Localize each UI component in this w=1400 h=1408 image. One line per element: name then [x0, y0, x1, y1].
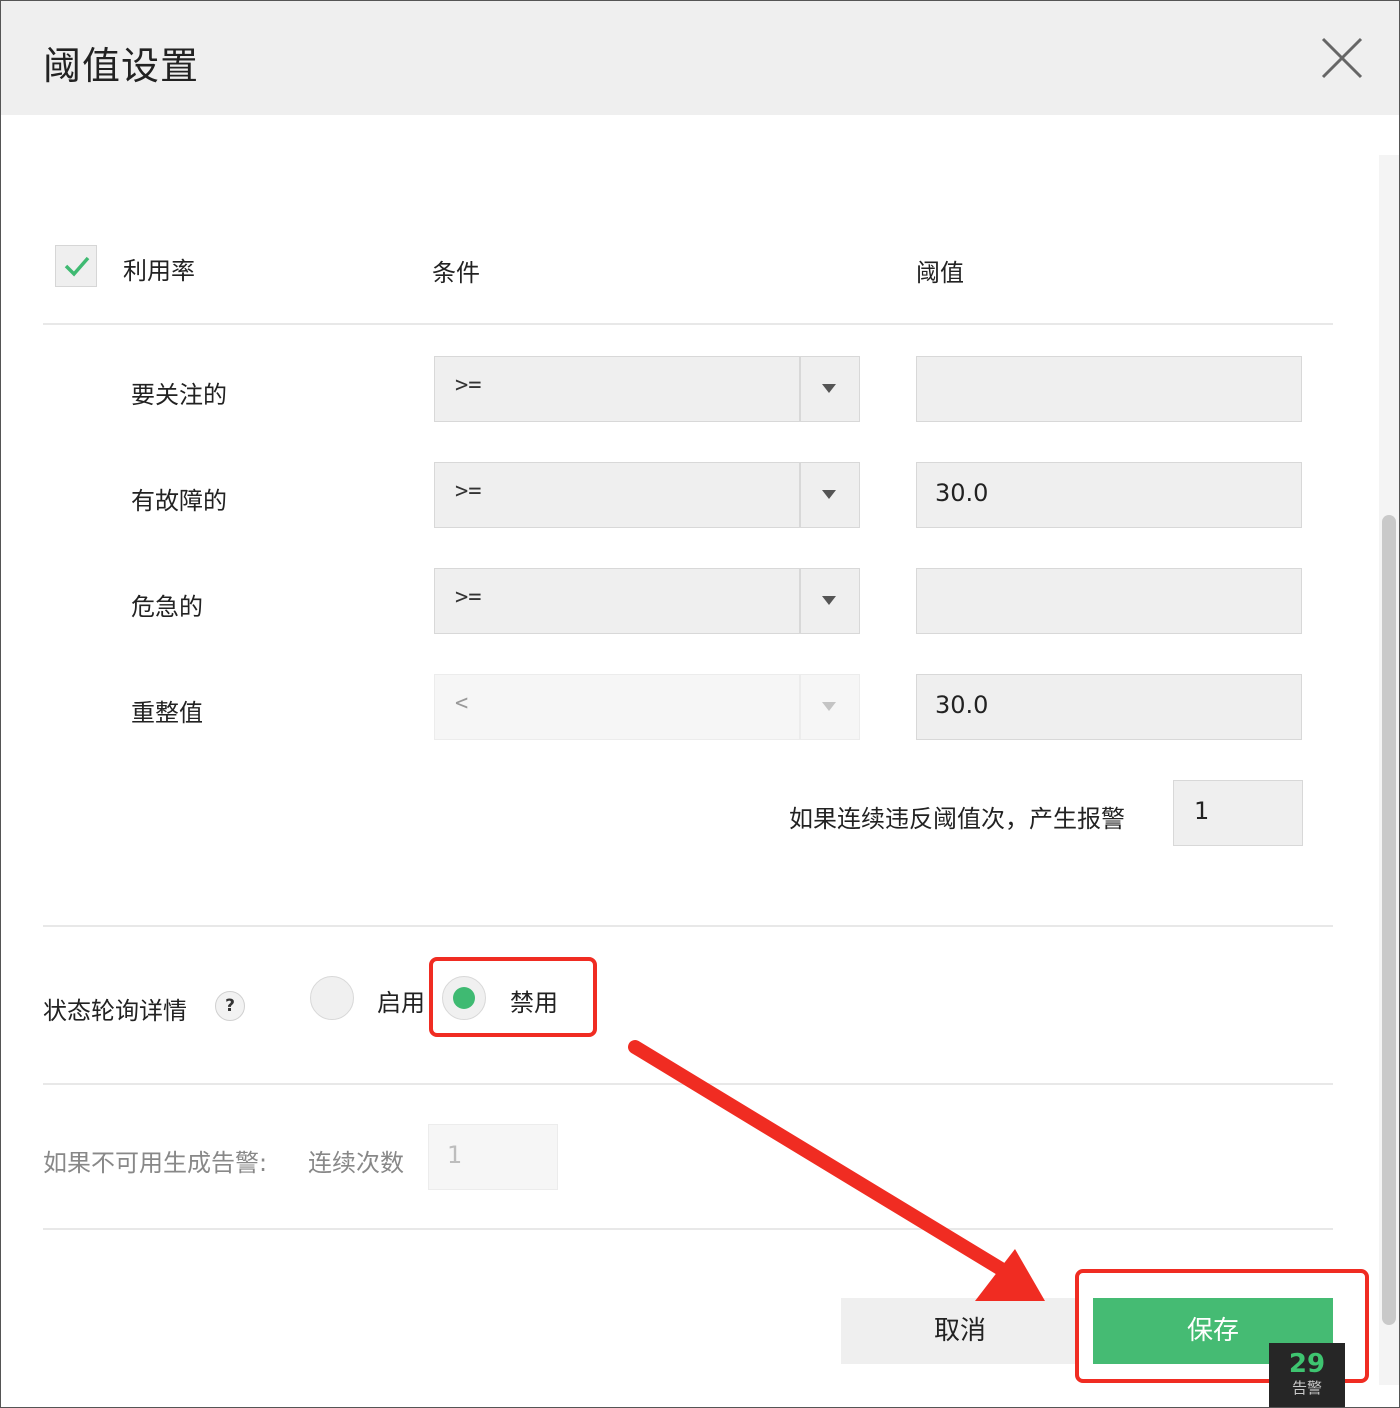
- select-separator: [799, 357, 801, 421]
- enable-radio-label[interactable]: 启用: [377, 983, 425, 1018]
- row-label-critical: 危急的: [131, 593, 203, 621]
- threshold-header: 阈值: [916, 259, 964, 287]
- unavailable-count-input: 1: [428, 1124, 558, 1190]
- scrollbar[interactable]: [1379, 155, 1399, 1385]
- condition-header: 条件: [432, 259, 480, 287]
- arrow-head: [975, 1249, 1045, 1301]
- alarm-count: 29: [1288, 1349, 1326, 1379]
- consecutive-violations-input[interactable]: 1: [1173, 780, 1303, 846]
- condition-value: <: [455, 691, 469, 716]
- chevron-down-icon: [822, 384, 836, 393]
- select-separator: [799, 463, 801, 527]
- alarm-label: 告警: [1291, 1379, 1322, 1397]
- dialog-header: 阈值设置: [1, 1, 1399, 115]
- enable-radio[interactable]: [310, 976, 354, 1020]
- chevron-down-icon: [822, 490, 836, 499]
- divider: [43, 1228, 1333, 1230]
- condition-value: >=: [455, 373, 482, 398]
- metric-header: 利用率: [123, 257, 195, 285]
- radio-selected-dot: [453, 987, 475, 1009]
- alarm-badge[interactable]: 29 告警: [1269, 1343, 1345, 1407]
- close-button[interactable]: [1319, 35, 1365, 81]
- consecutive-violations-value: 1: [1194, 797, 1210, 825]
- cancel-button[interactable]: 取消: [841, 1298, 1079, 1364]
- divider: [43, 1083, 1333, 1085]
- consecutive-count-label: 连续次数: [308, 1149, 404, 1177]
- condition-select-rearm: <: [434, 674, 860, 740]
- condition-value: >=: [455, 479, 482, 504]
- condition-select-critical[interactable]: >=: [434, 568, 860, 634]
- utilization-checkbox[interactable]: [55, 245, 97, 287]
- dialog-title: 阈值设置: [43, 44, 200, 88]
- divider: [43, 323, 1333, 325]
- scrollbar-thumb[interactable]: [1382, 515, 1396, 1325]
- close-icon: [1321, 37, 1363, 79]
- row-label-attention: 要关注的: [131, 381, 227, 409]
- row-label-faulty: 有故障的: [131, 487, 227, 515]
- arrow-shaft: [628, 1040, 1008, 1276]
- divider: [43, 925, 1333, 927]
- threshold-input-attention[interactable]: [916, 356, 1302, 422]
- disable-radio[interactable]: [442, 976, 486, 1020]
- chevron-down-icon: [822, 702, 836, 711]
- help-icon[interactable]: ?: [215, 991, 245, 1021]
- chevron-down-icon: [822, 596, 836, 605]
- select-separator: [799, 569, 801, 633]
- threshold-input-faulty[interactable]: 30.0: [916, 462, 1302, 528]
- row-label-rearm: 重整值: [131, 699, 203, 727]
- condition-select-attention[interactable]: >=: [434, 356, 860, 422]
- unavailable-count-value: 1: [447, 1141, 463, 1169]
- unavailable-alert-label: 如果不可用生成告警:: [43, 1149, 268, 1177]
- status-polling-label: 状态轮询详情: [43, 997, 187, 1025]
- disable-radio-label[interactable]: 禁用: [510, 983, 558, 1018]
- consecutive-violations-label: 如果连续违反阈值次，产生报警: [789, 805, 1125, 833]
- condition-select-faulty[interactable]: >=: [434, 462, 860, 528]
- select-separator: [799, 675, 801, 739]
- condition-value: >=: [455, 585, 482, 610]
- threshold-value: 30.0: [935, 479, 989, 507]
- threshold-input-critical[interactable]: [916, 568, 1302, 634]
- threshold-value: 30.0: [935, 691, 989, 719]
- check-icon: [64, 256, 90, 277]
- threshold-settings-dialog: 阈值设置 利用率 条件 阈值 要关注的 >= 有故障的 >= 30.0 危急的 …: [0, 0, 1400, 1408]
- threshold-input-rearm[interactable]: 30.0: [916, 674, 1302, 740]
